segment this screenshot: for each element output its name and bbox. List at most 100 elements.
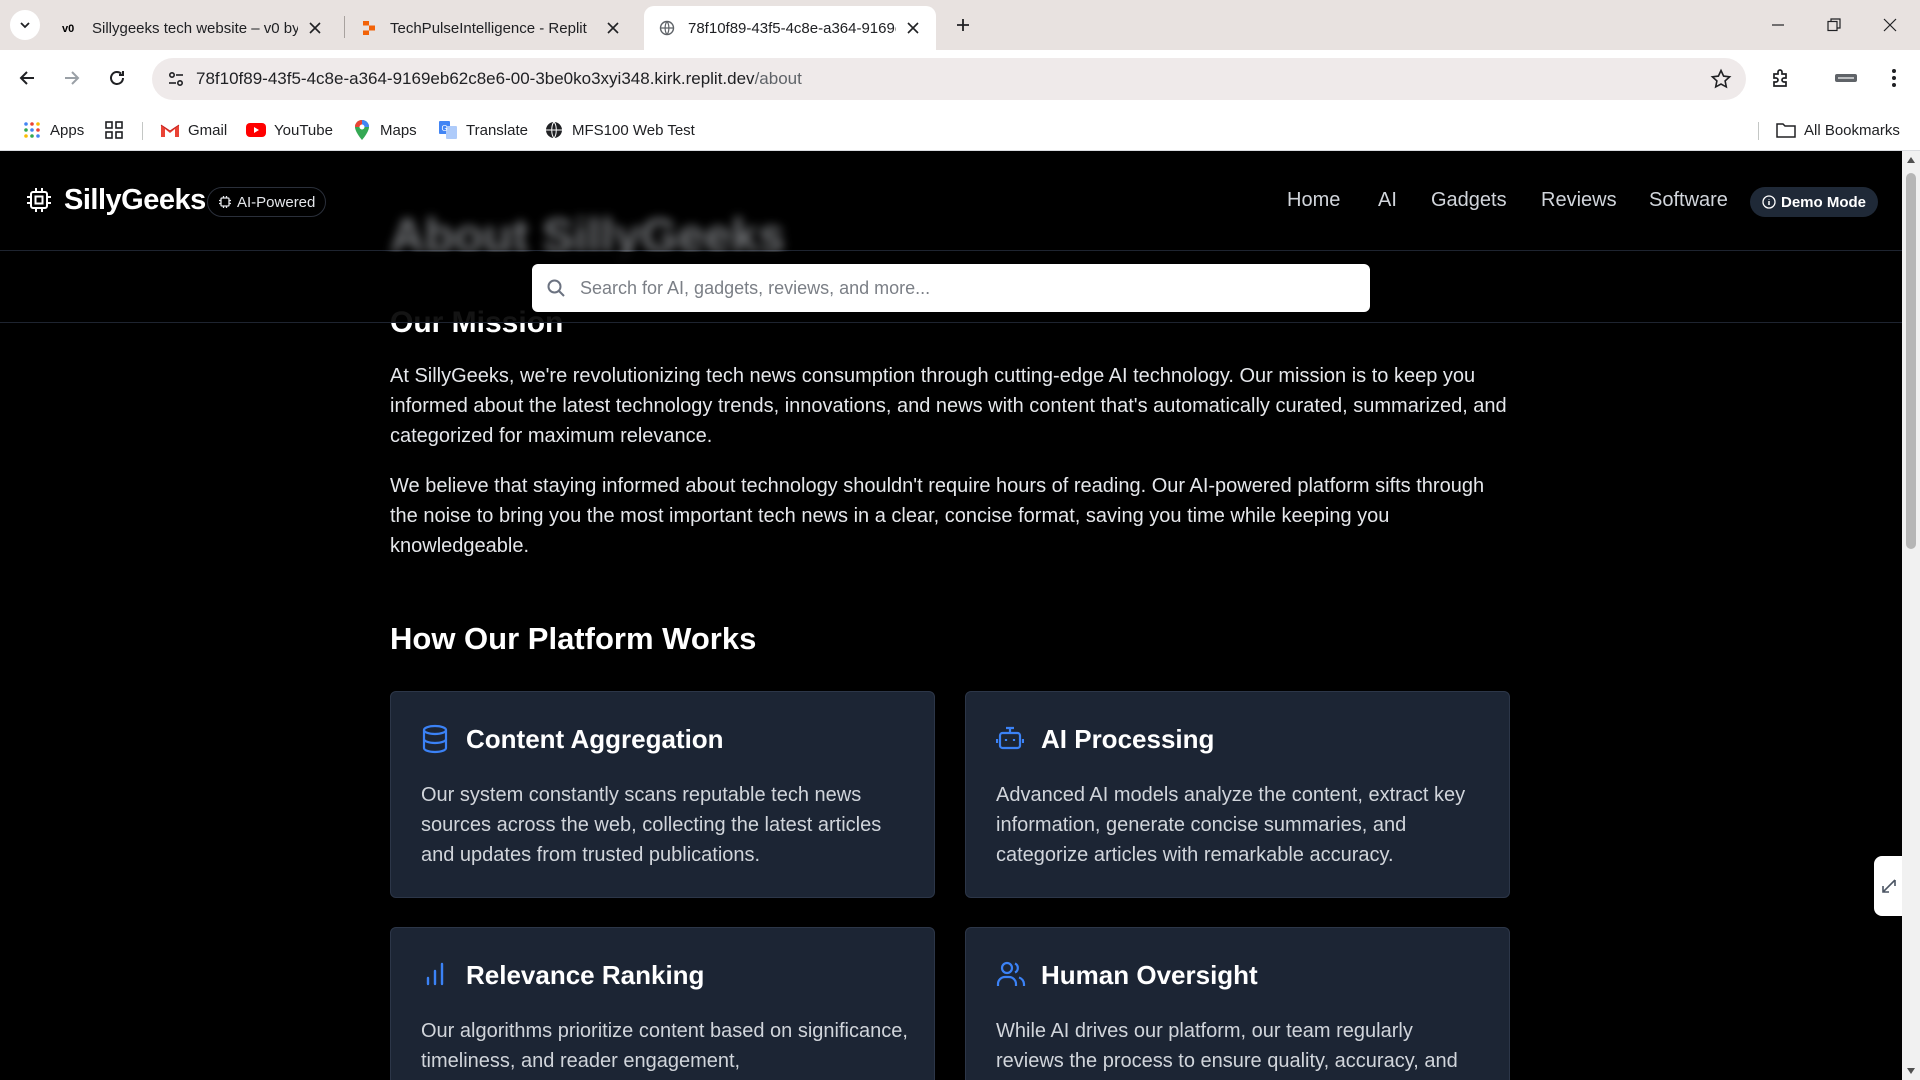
apps-grid-icon: [22, 120, 42, 140]
ai-powered-badge: AI-Powered: [207, 187, 327, 217]
svg-text:G: G: [442, 124, 448, 133]
close-icon: [1883, 18, 1897, 32]
bookmark-apps[interactable]: Apps: [22, 118, 84, 142]
search-bar-container: [0, 252, 1902, 323]
replit-icon: [360, 19, 378, 37]
card-ai-processing: AI Processing Advanced AI models analyze…: [965, 691, 1510, 898]
plus-icon: [957, 19, 969, 31]
tab-title: TechPulseIntelligence - Replit: [390, 19, 587, 37]
tab-title: Sillygeeks tech website – v0 by V: [92, 19, 298, 37]
browser-tab-active[interactable]: 78f10f89-43f5-4c8e-a364-9169e: [644, 6, 936, 50]
nav-ai[interactable]: AI: [1378, 189, 1397, 212]
card-human-oversight: Human Oversight While AI drives our plat…: [965, 927, 1510, 1080]
profile-button[interactable]: [1830, 62, 1862, 94]
folder-icon: [1776, 120, 1796, 140]
search-icon: [546, 278, 566, 298]
browser-tab-v0[interactable]: v0 Sillygeeks tech website – v0 by V: [48, 6, 338, 50]
card-text: Advanced AI models analyze the content, …: [996, 784, 1466, 866]
mission-paragraph-2: We believe that staying informed about t…: [390, 475, 1485, 557]
v0-icon: v0: [62, 19, 80, 37]
close-icon[interactable]: [604, 19, 622, 37]
forward-button[interactable]: [56, 62, 88, 94]
bot-icon: [996, 724, 1024, 752]
bookmark-label: All Bookmarks: [1804, 121, 1900, 139]
close-window-button[interactable]: [1862, 0, 1918, 50]
reload-button[interactable]: [101, 62, 133, 94]
browser-tab-bar: v0 Sillygeeks tech website – v0 by V Tec…: [0, 0, 1920, 50]
card-title: Content Aggregation: [466, 724, 724, 754]
bookmark-gmail[interactable]: Gmail: [160, 118, 227, 142]
expand-icon: [1882, 879, 1896, 893]
site-header: About SillyGeeks SillyGeeks AI-Powered H…: [0, 151, 1902, 263]
card-content-aggregation: Content Aggregation Our system constantl…: [390, 691, 935, 898]
extensions-button[interactable]: [1765, 62, 1797, 94]
card-text: Our algorithms prioritize content based …: [421, 1020, 908, 1072]
url-host: 78f10f89-43f5-4c8e-a364-9169eb62c8e6-00-…: [196, 69, 755, 88]
scroll-down-icon[interactable]: [1906, 1066, 1916, 1076]
page-scrollbar[interactable]: [1902, 151, 1920, 1080]
youtube-icon: [246, 120, 266, 140]
site-info-icon[interactable]: [156, 58, 196, 100]
tab-separator: [344, 16, 345, 38]
bookmark-label: Maps: [380, 121, 417, 139]
mission-paragraph-1: At SillyGeeks, we're revolutionizing tec…: [390, 365, 1507, 447]
info-icon: [1762, 195, 1776, 209]
close-icon[interactable]: [904, 19, 922, 37]
globe-icon: [544, 120, 564, 140]
browser-toolbar: 78f10f89-43f5-4c8e-a364-9169eb62c8e6-00-…: [0, 50, 1920, 108]
grid-icon: [104, 120, 124, 140]
address-bar[interactable]: 78f10f89-43f5-4c8e-a364-9169eb62c8e6-00-…: [152, 58, 1746, 100]
bookmark-label: Translate: [466, 121, 528, 139]
tab-search-button[interactable]: [10, 10, 40, 40]
svg-text:v0: v0: [62, 23, 74, 35]
restore-button[interactable]: [1806, 0, 1862, 50]
bookmark-grid[interactable]: [104, 118, 132, 142]
close-icon[interactable]: [306, 19, 324, 37]
bookmark-separator: [1758, 122, 1759, 140]
card-title: Relevance Ranking: [466, 960, 705, 990]
minimize-icon: [1772, 24, 1784, 26]
bookmark-translate[interactable]: G Translate: [438, 118, 528, 142]
nav-home[interactable]: Home: [1287, 189, 1340, 212]
globe-icon: [658, 19, 676, 37]
bookmark-mfs100[interactable]: MFS100 Web Test: [544, 118, 695, 142]
reload-icon: [110, 71, 124, 85]
card-text: While AI drives our platform, our team r…: [996, 1020, 1458, 1072]
all-bookmarks[interactable]: All Bookmarks: [1776, 118, 1900, 142]
scroll-thumb[interactable]: [1906, 173, 1916, 549]
restore-icon: [1827, 18, 1841, 32]
side-widget-tab[interactable]: [1874, 856, 1902, 916]
scroll-up-icon[interactable]: [1906, 155, 1916, 165]
chip-icon: [218, 195, 232, 209]
card-title: Human Oversight: [1041, 960, 1258, 990]
bookmarks-bar: Apps Gmail YouTube Maps G Translate MFS1…: [0, 108, 1920, 151]
more-vert-icon: [1892, 69, 1896, 87]
chip-logo-icon[interactable]: [26, 187, 52, 218]
arrow-right-icon: [65, 71, 80, 85]
page-viewport: Our Mission At SillyGeeks, we're revolut…: [0, 151, 1902, 1080]
bookmark-label: Gmail: [188, 121, 228, 139]
search-box[interactable]: [532, 264, 1370, 312]
gmail-icon: [160, 120, 180, 140]
nav-gadgets[interactable]: Gadgets: [1431, 189, 1507, 212]
bookmark-star-icon[interactable]: [1710, 68, 1732, 95]
minimize-button[interactable]: [1750, 0, 1806, 50]
demo-mode-button[interactable]: Demo Mode: [1750, 187, 1879, 217]
card-relevance-ranking: Relevance Ranking Our algorithms priorit…: [390, 927, 935, 1080]
bookmark-separator: [142, 122, 143, 140]
search-input[interactable]: [580, 277, 1340, 299]
new-tab-button[interactable]: [948, 10, 978, 40]
site-logo[interactable]: SillyGeeks: [64, 184, 206, 217]
puzzle-icon: [1773, 69, 1787, 87]
nav-software[interactable]: Software: [1649, 189, 1728, 212]
browser-tab-replit[interactable]: TechPulseIntelligence - Replit: [346, 6, 636, 50]
card-title: AI Processing: [1041, 724, 1215, 754]
bookmark-label: MFS100 Web Test: [572, 121, 695, 139]
tab-title: 78f10f89-43f5-4c8e-a364-9169e: [688, 19, 896, 37]
nav-reviews[interactable]: Reviews: [1541, 189, 1617, 212]
menu-button[interactable]: [1878, 62, 1910, 94]
back-button[interactable]: [11, 62, 43, 94]
translate-icon: G: [438, 120, 458, 140]
bookmark-youtube[interactable]: YouTube: [246, 118, 333, 142]
bookmark-maps[interactable]: Maps: [352, 118, 417, 142]
